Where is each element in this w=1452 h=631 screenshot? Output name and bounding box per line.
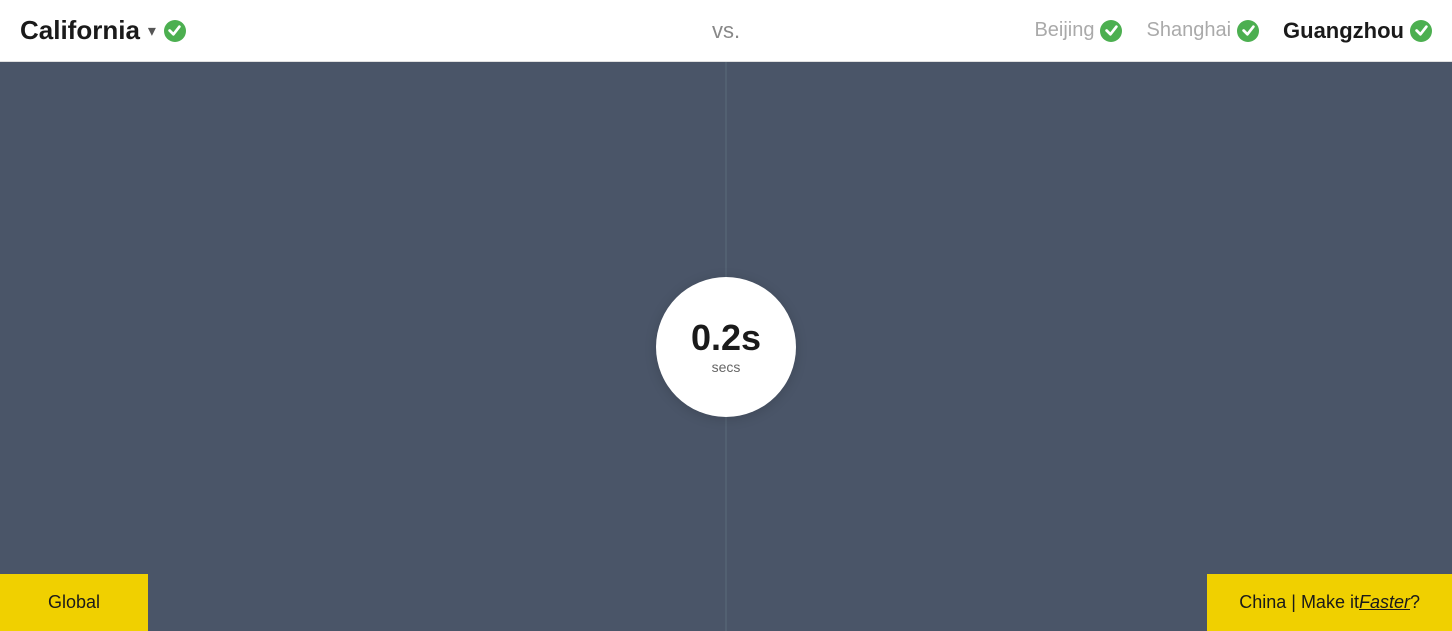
guangzhou-label: Guangzhou: [1283, 18, 1404, 44]
location-beijing[interactable]: Beijing: [1034, 19, 1122, 42]
china-prefix: China | Make it: [1239, 592, 1359, 613]
timer-unit: secs: [712, 359, 741, 375]
beijing-check-icon: [1100, 20, 1122, 42]
location-selector-left[interactable]: California ▾: [20, 15, 186, 46]
china-suffix: ?: [1410, 592, 1420, 613]
beijing-label: Beijing: [1034, 19, 1094, 42]
china-button[interactable]: China | Make it Faster?: [1207, 574, 1452, 631]
timer-circle: 0.2s secs: [656, 277, 796, 417]
location-shanghai[interactable]: Shanghai: [1146, 19, 1259, 42]
left-location-check-icon: [164, 20, 186, 42]
vs-label: vs.: [712, 18, 740, 44]
guangzhou-check-icon: [1410, 20, 1432, 42]
main-comparison-area: 0.2s secs Global China | Make it Faster?: [0, 62, 1452, 631]
locations-right: Beijing Shanghai Guangzhou: [1034, 18, 1432, 44]
global-button[interactable]: Global: [0, 574, 148, 631]
app-header: California ▾ vs. Beijing Shanghai Guangz…: [0, 0, 1452, 62]
china-button-text: China | Make it Faster?: [1239, 592, 1420, 613]
location-guangzhou[interactable]: Guangzhou: [1283, 18, 1432, 44]
right-panel: [726, 62, 1452, 631]
left-location-title: California: [20, 15, 140, 46]
china-link: Faster: [1359, 592, 1410, 613]
chevron-down-icon[interactable]: ▾: [148, 21, 156, 41]
timer-value: 0.2s: [691, 318, 761, 358]
shanghai-check-icon: [1237, 20, 1259, 42]
left-panel: [0, 62, 726, 631]
shanghai-label: Shanghai: [1146, 19, 1231, 42]
